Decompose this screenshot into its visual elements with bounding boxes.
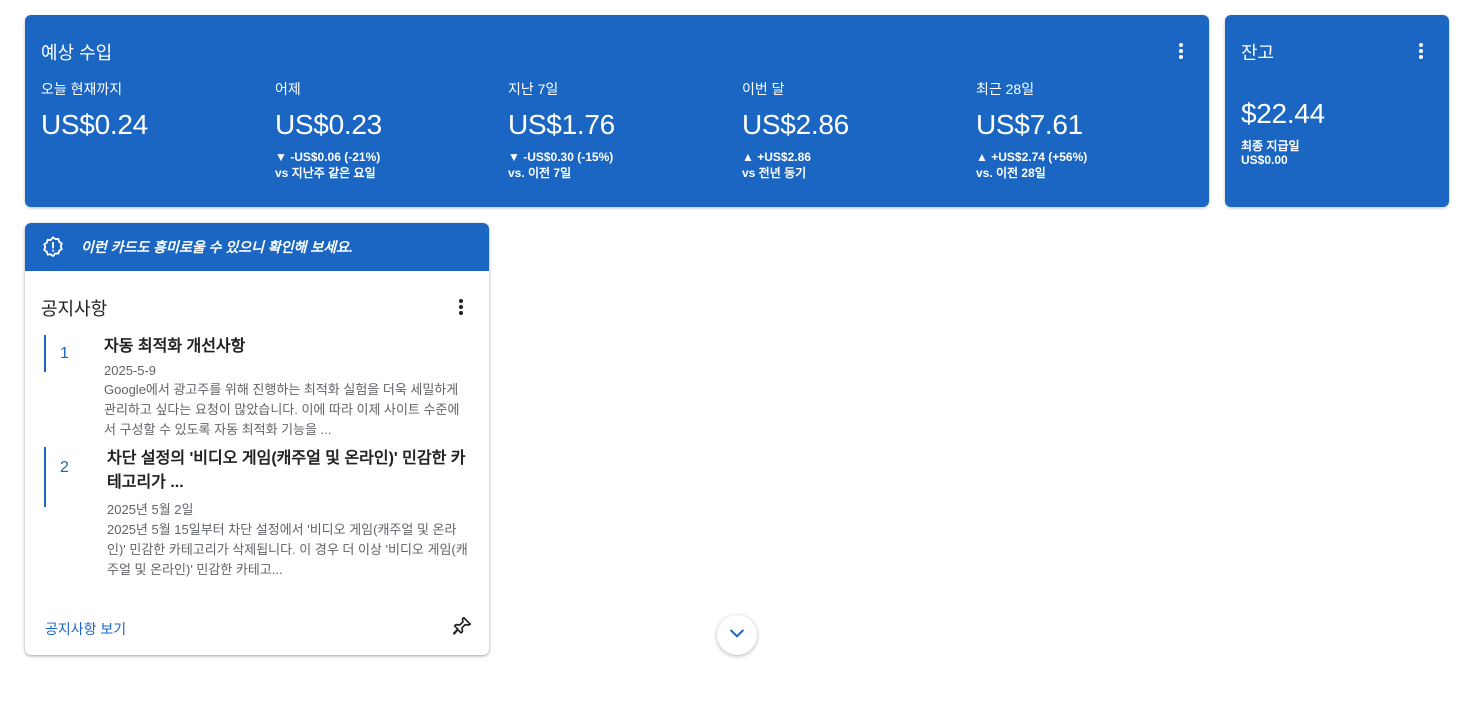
banner-text: 이런 카드도 흥미로울 수 있으니 확인해 보세요. [81,239,353,255]
metric-label: 어제 [275,81,301,97]
metric-value: US$2.86 [742,109,849,140]
alert-badge-icon [42,236,64,258]
metric-this-month: 이번 달 US$2.86 ▲ +US$2.86 vs 전년 동기 [742,79,962,181]
metric-value: US$0.24 [41,109,148,140]
metric-value: US$1.76 [508,109,615,140]
notice-item[interactable]: 2 차단 설정의 '비디오 게임(캐주얼 및 온라인)' 민감한 카테고리가 .… [44,447,470,577]
metric-label: 이번 달 [742,81,785,97]
metric-label: 최근 28일 [976,81,1035,97]
metric-change: ▼ -US$0.30 (-15%) [508,150,614,164]
item-accent-bar [44,447,46,507]
metric-label: 오늘 현재까지 [41,81,123,97]
item-number: 2 [60,459,69,476]
metric-yesterday: 어제 US$0.23 ▼ -US$0.06 (-21%) vs 지난주 같은 요… [275,79,495,181]
view-notices-link[interactable]: 공지사항 보기 [45,619,126,639]
metric-change: ▲ +US$2.74 (+56%) [976,150,1088,164]
item-description: Google에서 광고주를 위해 진행하는 최적화 실험을 더욱 세밀하게 관리… [104,382,460,437]
scroll-down-button[interactable] [717,615,757,655]
notices-card: 이런 카드도 흥미로울 수 있으니 확인해 보세요. 공지사항 1 자동 최적화… [25,223,489,655]
item-description: 2025년 5월 15일부터 차단 설정에서 '비디오 게임(캐주얼 및 온라인… [107,522,468,577]
earnings-title: 예상 수입 [41,43,113,63]
estimated-earnings-card: 예상 수입 오늘 현재까지 US$0.24 어제 US$0.23 ▼ -US$0… [25,15,1209,207]
notice-item[interactable]: 1 자동 최적화 개선사항 2025-5-9 Google에서 광고주를 위해 … [44,335,470,437]
metric-compare: vs 전년 동기 [742,166,807,180]
item-title[interactable]: 자동 최적화 개선사항 [104,335,470,359]
item-title[interactable]: 차단 설정의 '비디오 게임(캐주얼 및 온라인)' 민감한 카테고리가 ... [107,447,469,495]
metric-compare: vs. 이전 7일 [508,166,572,180]
suggestion-banner: 이런 카드도 흥미로울 수 있으니 확인해 보세요. [25,223,489,271]
metric-compare: vs. 이전 28일 [976,166,1046,180]
earnings-more-icon[interactable] [1169,39,1193,63]
pin-icon[interactable] [451,615,473,637]
item-body: 차단 설정의 '비디오 게임(캐주얼 및 온라인)' 민감한 카테고리가 ...… [107,447,469,580]
metric-last-7-days: 지난 7일 US$1.76 ▼ -US$0.30 (-15%) vs. 이전 7… [508,79,728,181]
item-date: 2025-5-9 [104,363,157,378]
chevron-down-icon [727,623,747,648]
notices-more-icon[interactable] [449,295,473,319]
balance-title: 잔고 [1241,43,1275,63]
item-date: 2025년 5월 2일 [107,502,194,517]
metric-change: ▲ +US$2.86 [742,150,811,164]
notices-title: 공지사항 [41,299,108,319]
balance-card: 잔고 $22.44 최종 지급일 US$0.00 [1225,15,1449,207]
metric-value: US$7.61 [976,109,1083,140]
last-payment-value: US$0.00 [1241,153,1288,167]
metric-last-28-days: 최근 28일 US$7.61 ▲ +US$2.74 (+56%) vs. 이전 … [976,79,1196,181]
metric-value: US$0.23 [275,109,382,140]
metric-label: 지난 7일 [508,81,559,97]
metric-today: 오늘 현재까지 US$0.24 [41,79,261,141]
balance-more-icon[interactable] [1409,39,1433,63]
last-payment-label: 최종 지급일 [1241,139,1300,153]
item-number: 1 [60,345,69,362]
item-body: 자동 최적화 개선사항 2025-5-9 Google에서 광고주를 위해 진행… [104,335,470,440]
balance-value: $22.44 [1241,98,1325,129]
metric-compare: vs 지난주 같은 요일 [275,166,376,180]
item-accent-bar [44,335,46,372]
metric-change: ▼ -US$0.06 (-21%) [275,150,381,164]
